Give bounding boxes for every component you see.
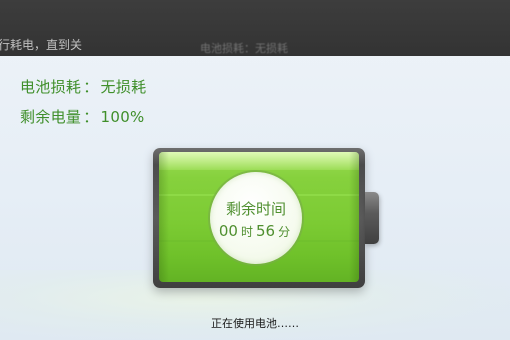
remaining-minutes: 56 xyxy=(256,222,276,240)
remaining-time-badge: 剩余时间 00 时 56 分 xyxy=(210,172,302,264)
battery-charge-separator: ： xyxy=(83,108,99,126)
remaining-time-value: 00 时 56 分 xyxy=(210,222,302,240)
remaining-hours: 00 xyxy=(218,222,238,240)
battery-loss-label: 电池损耗 xyxy=(20,78,82,96)
battery-loss-value: 无损耗 xyxy=(100,78,147,96)
background-window-text: 行耗电，直到关 xyxy=(0,38,83,52)
background-window: 行耗电，直到关 电池损耗：无损耗 xyxy=(0,0,510,56)
background-window-blurred-text: 电池损耗：无损耗 xyxy=(200,42,288,55)
remaining-time-label: 剩余时间 xyxy=(225,200,286,218)
battery-loss-separator: ： xyxy=(83,78,99,96)
battery-charge-value: 100% xyxy=(100,108,145,126)
battery-status-text: 正在使用电池…… xyxy=(211,317,299,330)
battery-loss-line: 电池损耗：无损耗 xyxy=(20,76,146,97)
battery-gloss xyxy=(159,152,359,170)
battery-edge-shade xyxy=(349,152,359,282)
remaining-minutes-unit: 分 xyxy=(278,225,291,239)
battery-charge-line: 剩余电量： 100% xyxy=(20,106,145,127)
battery-terminal-icon xyxy=(365,192,379,244)
battery-edge-shade xyxy=(159,152,169,282)
battery-charge-label: 剩余电量 xyxy=(20,108,82,126)
remaining-hours-unit: 时 xyxy=(240,225,253,239)
